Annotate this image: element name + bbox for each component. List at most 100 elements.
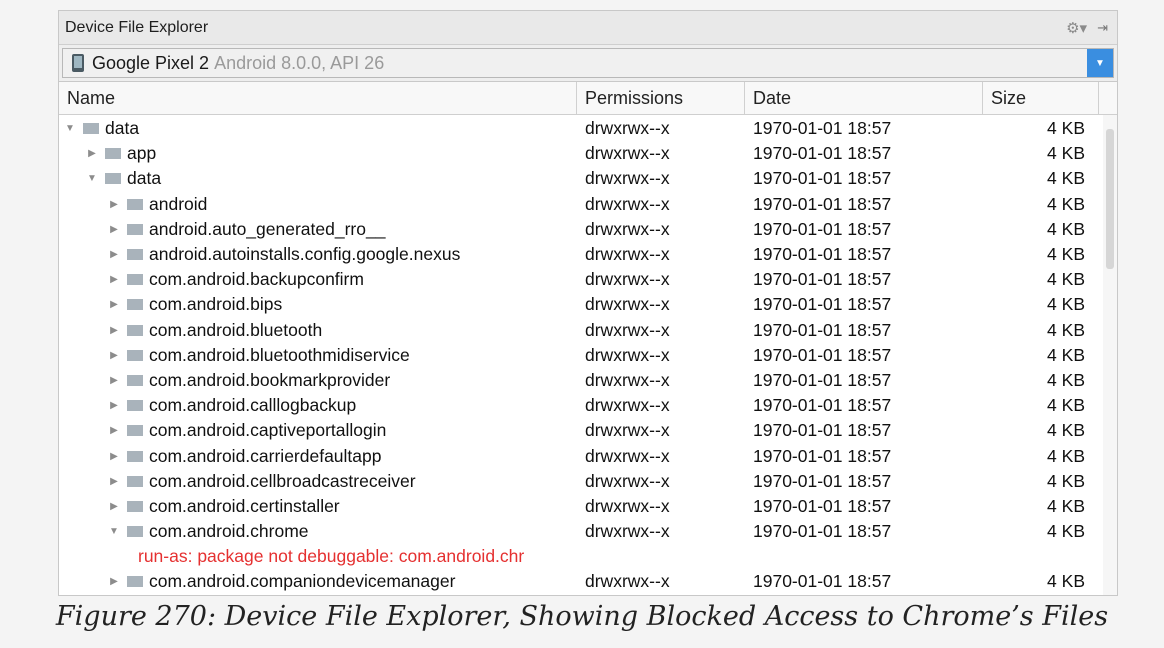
row-name: com.android.captiveportallogin [149, 420, 387, 441]
collapse-arrow-icon[interactable]: ▶ [109, 299, 119, 310]
row-date: 1970-01-01 18:57 [753, 571, 892, 592]
row-size: 4 KB [1047, 420, 1085, 441]
table-row[interactable]: ▶ com.android.bluetoothmidiservice drwxrwx… [59, 343, 1103, 368]
folder-icon [127, 374, 143, 386]
table-row[interactable]: ▶ android drwxrwx--x 1970-01-01 18:57 4 KB [59, 192, 1103, 217]
expand-arrow-icon[interactable]: ▼ [65, 123, 75, 134]
collapse-arrow-icon[interactable]: ▶ [109, 375, 119, 386]
collapse-arrow-icon[interactable]: ▶ [109, 400, 119, 411]
column-header-date[interactable]: Date [745, 82, 983, 114]
error-message: run-as: package not debuggable: com.andr… [138, 546, 525, 567]
collapse-arrow-icon[interactable]: ▶ [109, 199, 119, 210]
collapse-arrow-icon[interactable]: ▶ [109, 451, 119, 462]
collapse-arrow-icon[interactable]: ▶ [109, 325, 119, 336]
row-date: 1970-01-01 18:57 [753, 521, 892, 542]
panel-titlebar: Device File Explorer ⚙▾ ⇥ [59, 11, 1117, 45]
device-dropdown-button[interactable]: ▼ [1087, 49, 1113, 77]
row-permissions: drwxrwx--x [585, 420, 670, 441]
table-row[interactable]: ▶ com.android.bookmarkprovider drwxrwx--x 1… [59, 368, 1103, 393]
column-header-permissions[interactable]: Permissions [577, 82, 745, 114]
row-date: 1970-01-01 18:57 [753, 168, 892, 189]
scrollbar-thumb[interactable] [1106, 129, 1114, 269]
table-row[interactable]: ▼ data drwxrwx--x 1970-01-01 18:57 4 KB [59, 116, 1103, 141]
collapse-arrow-icon[interactable]: ▶ [109, 425, 119, 436]
table-row[interactable]: ▶ com.android.backupconfirm drwxrwx--x 1970… [59, 267, 1103, 292]
row-date: 1970-01-01 18:57 [753, 495, 892, 516]
row-date: 1970-01-01 18:57 [753, 269, 892, 290]
table-row[interactable]: ▶ com.android.cellbroadcastreceiver drwxrw… [59, 469, 1103, 494]
collapse-arrow-icon[interactable]: ▶ [109, 501, 119, 512]
row-date: 1970-01-01 18:57 [753, 445, 892, 466]
device-selector[interactable]: Google Pixel 2 Android 8.0.0, API 26 ▼ [62, 48, 1114, 78]
table-row[interactable]: ▶ android.autoinstalls.config.google.nexu… [59, 242, 1103, 267]
row-name: data [127, 168, 162, 189]
folder-icon [105, 173, 121, 185]
row-size: 4 KB [1047, 369, 1085, 390]
table-row[interactable]: ▶ com.android.bips drwxrwx--x 1970-01-01 18… [59, 292, 1103, 317]
device-name: Google Pixel 2 [92, 52, 210, 73]
table-row[interactable]: ▶ app drwxrwx--x 1970-01-01 18:57 4 KB [59, 141, 1103, 166]
row-date: 1970-01-01 18:57 [753, 193, 892, 214]
table-row[interactable]: ▶ com.android.certinstaller drwxrwx--x 1970… [59, 494, 1103, 519]
row-size: 4 KB [1047, 344, 1085, 365]
collapse-arrow-icon[interactable]: ▶ [87, 148, 97, 159]
expand-arrow-icon[interactable]: ▼ [109, 526, 119, 537]
vertical-scrollbar[interactable] [1103, 115, 1117, 595]
row-size: 4 KB [1047, 244, 1085, 265]
table-row[interactable]: ▶ com.android.companiondevicemanager drwxr… [59, 569, 1103, 594]
folder-icon [127, 299, 143, 311]
folder-icon [127, 249, 143, 261]
collapse-arrow-icon[interactable]: ▶ [109, 476, 119, 487]
table-row[interactable]: ▶ com.android.calllogbackup drwxrwx--x 1970… [59, 393, 1103, 418]
row-name: com.android.bluetoothmidiservice [149, 344, 410, 365]
row-size: 4 KB [1047, 319, 1085, 340]
expand-arrow-icon[interactable]: ▼ [87, 173, 97, 184]
folder-icon [127, 198, 143, 210]
row-size: 4 KB [1047, 218, 1085, 239]
folder-icon [127, 400, 143, 412]
collapse-arrow-icon[interactable]: ▶ [109, 274, 119, 285]
device-info: Android 8.0.0, API 26 [214, 52, 385, 73]
row-name: com.android.carrierdefaultapp [149, 445, 382, 466]
row-permissions: drwxrwx--x [585, 193, 670, 214]
table-row[interactable]: ▶ com.android.carrierdefaultapp drwxrwx--x… [59, 443, 1103, 468]
device-bar: Google Pixel 2 Android 8.0.0, API 26 ▼ [59, 45, 1117, 82]
row-name: com.android.bluetooth [149, 319, 323, 340]
row-date: 1970-01-01 18:57 [753, 118, 892, 139]
folder-icon [127, 475, 143, 487]
column-header-name[interactable]: Name [59, 82, 577, 114]
table-row[interactable]: ▶ com.android.bluetooth drwxrwx--x 1970-01-… [59, 318, 1103, 343]
table-row[interactable]: ▶ android.auto_generated_rro__ drwxrwx--x 1… [59, 217, 1103, 242]
row-permissions: drwxrwx--x [585, 244, 670, 265]
row-size: 4 KB [1047, 495, 1085, 516]
row-name: com.android.companiondevicemanager [149, 571, 456, 592]
row-permissions: drwxrwx--x [585, 344, 670, 365]
collapse-arrow-icon[interactable]: ▶ [109, 350, 119, 361]
table-header: Name Permissions Date Size [59, 82, 1117, 115]
folder-icon [127, 500, 143, 512]
chevron-down-icon: ▼ [1095, 57, 1105, 69]
table-row[interactable]: ▼ com.android.chrome drwxrwx--x 1970-01-01 … [59, 519, 1103, 544]
row-name: app [127, 143, 157, 164]
row-date: 1970-01-01 18:57 [753, 344, 892, 365]
folder-icon [127, 450, 143, 462]
gear-icon[interactable]: ⚙▾ [1066, 19, 1087, 37]
row-name: com.android.cellbroadcastreceiver [149, 470, 416, 491]
row-name: android.autoinstalls.config.google.nexus [149, 244, 461, 265]
row-date: 1970-01-01 18:57 [753, 319, 892, 340]
row-date: 1970-01-01 18:57 [753, 369, 892, 390]
table-row[interactable]: ▶ com.android.captiveportallogin drwxrwx--… [59, 418, 1103, 443]
collapse-arrow-icon[interactable]: ▶ [109, 249, 119, 260]
row-size: 4 KB [1047, 571, 1085, 592]
row-size: 4 KB [1047, 193, 1085, 214]
row-permissions: drwxrwx--x [585, 168, 670, 189]
row-size: 4 KB [1047, 143, 1085, 164]
folder-icon [127, 223, 143, 235]
row-size: 4 KB [1047, 470, 1085, 491]
column-header-size[interactable]: Size [983, 82, 1099, 114]
table-row[interactable]: ▼ data drwxrwx--x 1970-01-01 18:57 4 KB [59, 166, 1103, 191]
row-date: 1970-01-01 18:57 [753, 420, 892, 441]
collapse-arrow-icon[interactable]: ▶ [109, 224, 119, 235]
collapse-arrow-icon[interactable]: ▶ [109, 576, 119, 587]
hide-panel-icon[interactable]: ⇥ [1097, 20, 1108, 36]
